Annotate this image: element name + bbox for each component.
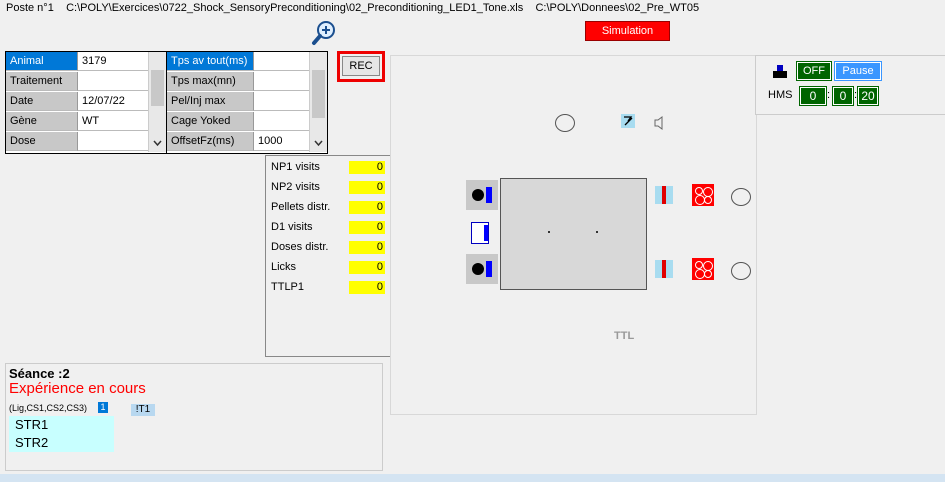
- counter-label: NP1 visits: [271, 161, 320, 173]
- scroll-down-icon[interactable]: [313, 138, 324, 148]
- counter-value: 0: [349, 201, 385, 214]
- ttl-label: TTL: [614, 330, 635, 342]
- lever-icon: [621, 114, 635, 128]
- rec-button[interactable]: REC: [342, 56, 380, 76]
- param-label-tps-max: Tps max(mn): [167, 72, 254, 91]
- grid-label-date: Date: [6, 92, 78, 111]
- param-label-cage-yoked: Cage Yoked: [167, 112, 254, 131]
- grid-label-animal: Animal: [6, 52, 78, 71]
- nosepoke-hole-icon: [472, 189, 484, 201]
- title-bar: Poste n°1 C:\POLY\Exercices\0722_Shock_S…: [0, 0, 945, 18]
- hours-field: 0: [799, 86, 827, 106]
- counter-value: 0: [349, 261, 385, 274]
- indicator-2-icon: [731, 262, 751, 280]
- nosepoke-light-icon: [486, 187, 492, 203]
- counter-label: Licks: [271, 261, 297, 273]
- control-panel: OFF Pause HMS 0 : 0 : 20: [755, 55, 945, 115]
- counter-label: NP2 visits: [271, 181, 320, 193]
- grid-value-animal[interactable]: 3179: [78, 52, 148, 71]
- parameter-grid: Tps av tout(ms) Tps max(mn) Pel/Inj max …: [166, 51, 328, 154]
- hms-label: HMS: [768, 89, 793, 101]
- lig-label: (Lig,CS1,CS2,CS3): [9, 403, 88, 413]
- counter-label: Pellets distr.: [271, 201, 331, 213]
- scrollbar-thumb[interactable]: [151, 70, 164, 106]
- grid-value-dose[interactable]: [78, 132, 148, 151]
- exercise-path: C:\POLY\Exercices\0722_Shock_SensoryPrec…: [66, 2, 524, 14]
- grid-value-traitement[interactable]: [78, 72, 148, 91]
- scrollbar-thumb[interactable]: [312, 70, 325, 118]
- counters-panel: NP1 visits 0 NP2 visits 0 Pellets distr.…: [265, 155, 391, 357]
- poste-label: Poste n°1: [6, 2, 54, 14]
- param-label-tps-av-tout: Tps av tout(ms): [167, 52, 254, 71]
- hms-separator: :: [827, 89, 831, 101]
- seance-label: Séance :2: [9, 366, 70, 381]
- session-panel: Séance :2 Expérience en cours (Lig,CS1,C…: [5, 363, 383, 471]
- grid-value-gene[interactable]: WT: [78, 112, 148, 131]
- grid-label-dose: Dose: [6, 132, 78, 151]
- param-label-pel-inj-max: Pel/Inj max: [167, 92, 254, 111]
- led-2-icon: [655, 260, 673, 278]
- indicator-1-icon: [731, 188, 751, 206]
- counter-value: 0: [349, 181, 385, 194]
- speaker-icon: [654, 116, 663, 130]
- param-label-offsetfz: OffsetFz(ms): [167, 132, 254, 151]
- counter-label: TTLP1: [271, 281, 305, 293]
- feeder-icon: [471, 222, 489, 244]
- grid-scrollbar[interactable]: [148, 52, 166, 152]
- minutes-field: 0: [832, 86, 854, 106]
- param-value-tps-av-tout[interactable]: [254, 52, 309, 71]
- str2-label: STR2: [9, 434, 114, 452]
- nosepoke-2: [466, 254, 498, 284]
- nosepoke-light-icon: [486, 261, 492, 277]
- seconds-field: 20: [857, 86, 879, 106]
- house-light-icon: [555, 114, 575, 132]
- param-value-pel-inj-max[interactable]: [254, 92, 309, 111]
- led-1-icon: [655, 186, 673, 204]
- title-text: Poste n°1 C:\POLY\Exercices\0722_Shock_S…: [6, 2, 699, 14]
- grid-value-date[interactable]: 12/07/22: [78, 92, 148, 111]
- simulation-button[interactable]: Simulation: [585, 21, 670, 41]
- str1-label: STR1: [9, 416, 114, 434]
- hms-separator: :: [854, 89, 858, 101]
- data-path: C:\POLY\Donnees\02_Pre_WT05: [535, 2, 700, 14]
- rec-indicator: REC: [337, 51, 385, 82]
- counter-value: 0: [349, 161, 385, 174]
- animal-info-grid: Animal 3179 Traitement Date 12/07/22 Gèn…: [5, 51, 167, 154]
- chamber: [500, 178, 647, 290]
- zoom-in-icon[interactable]: [311, 20, 337, 46]
- experience-status: Expérience en cours: [9, 380, 146, 397]
- counter-label: D1 visits: [271, 221, 313, 233]
- counter-value: 0: [349, 241, 385, 254]
- grid-shock-2-icon: [692, 258, 714, 280]
- off-button[interactable]: OFF: [796, 61, 832, 81]
- grid-shock-1-icon: [692, 184, 714, 206]
- counter-value: 0: [349, 221, 385, 234]
- grid-label-traitement: Traitement: [6, 72, 78, 91]
- counter-value: 0: [349, 281, 385, 294]
- counter-label: Doses distr.: [271, 241, 329, 253]
- param-scrollbar[interactable]: [309, 52, 327, 152]
- bottom-bar: [0, 474, 945, 482]
- scroll-down-icon[interactable]: [152, 138, 163, 148]
- param-value-cage-yoked[interactable]: [254, 112, 309, 131]
- nosepoke-1: [466, 180, 498, 210]
- nosepoke-hole-icon: [472, 263, 484, 275]
- stamp-icon: [773, 65, 787, 78]
- lig-badge: 1: [98, 402, 108, 413]
- param-value-tps-max[interactable]: [254, 72, 309, 91]
- cage-arena: TTL: [390, 55, 757, 415]
- pause-button[interactable]: Pause: [834, 61, 882, 81]
- t1-label: !T1: [131, 404, 155, 416]
- param-value-offsetfz[interactable]: 1000: [254, 132, 309, 151]
- grid-label-gene: Gène: [6, 112, 78, 131]
